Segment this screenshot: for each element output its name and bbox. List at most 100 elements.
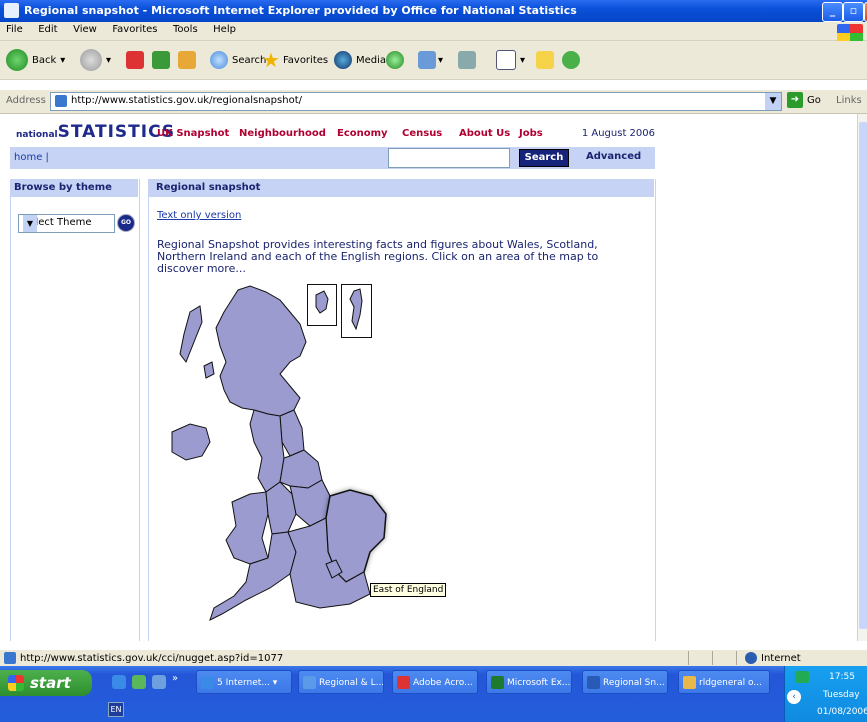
security-zone: Internet <box>745 652 801 664</box>
advanced-search-link[interactable]: Advanced <box>586 151 641 162</box>
notes-button[interactable] <box>536 47 554 73</box>
start-button[interactable]: start <box>0 670 92 696</box>
map-region-wales[interactable] <box>225 491 269 565</box>
tray-collapse-icon[interactable]: ‹ <box>787 690 801 704</box>
status-url: http://www.statistics.gov.uk/cci/nugget.… <box>20 653 284 664</box>
maximize-button[interactable]: ▫ <box>843 2 864 22</box>
menu-help[interactable]: Help <box>207 22 242 37</box>
map-region-yorkshire[interactable] <box>279 449 323 489</box>
map-region-islands[interactable] <box>203 361 215 379</box>
map-region-western-isles[interactable] <box>179 305 203 364</box>
forward-button[interactable]: ▾ <box>80 47 111 73</box>
chevron-down-icon: ▼ <box>23 215 37 232</box>
quicklaunch-outlook-icon[interactable] <box>132 675 146 689</box>
minimize-button[interactable]: _ <box>822 2 843 22</box>
ie-app-icon <box>4 3 19 18</box>
address-input[interactable]: http://www.statistics.gov.uk/regionalsna… <box>50 92 782 111</box>
map-region-north-west[interactable] <box>249 409 285 493</box>
refresh-button[interactable] <box>152 47 170 73</box>
back-button[interactable]: Back ▾ <box>6 47 65 73</box>
media-icon <box>334 51 352 69</box>
status-bar: http://www.statistics.gov.uk/cci/nugget.… <box>0 649 867 667</box>
links-label[interactable]: Links <box>836 95 862 106</box>
region-tooltip: East of England <box>370 583 447 597</box>
go-arrow-icon: ➜ <box>787 92 803 108</box>
site-search-input[interactable] <box>388 148 510 168</box>
back-arrow-icon <box>6 49 28 71</box>
windows-flag-icon <box>8 675 24 691</box>
quicklaunch-more-icon[interactable]: » <box>172 673 178 684</box>
map-region-scotland[interactable] <box>215 285 307 417</box>
acrobat-icon <box>397 676 410 689</box>
taskbar-item-internet[interactable]: 5 Internet... ▾ <box>196 670 292 694</box>
theme-go-button[interactable]: GO <box>117 214 135 232</box>
page-viewport: nationalSTATISTICS UK Snapshot Neighbour… <box>0 114 857 641</box>
notes-icon <box>536 51 554 69</box>
ie-icon <box>201 676 214 689</box>
forward-arrow-icon <box>80 49 102 71</box>
main-heading: Regional snapshot <box>148 179 654 197</box>
nav-jobs[interactable]: Jobs <box>519 128 543 139</box>
clock-time: 17:55 <box>829 672 855 682</box>
vertical-scrollbar[interactable] <box>857 114 867 641</box>
language-indicator[interactable]: EN <box>108 702 124 717</box>
site-search-button[interactable]: Search <box>519 149 569 167</box>
media-button[interactable]: Media <box>334 47 386 73</box>
text-only-link[interactable]: Text only version <box>157 210 241 221</box>
star-icon: ★ <box>262 48 280 72</box>
home-icon <box>178 51 196 69</box>
map-region-northern-ireland[interactable] <box>171 423 211 461</box>
globe-icon <box>745 652 757 664</box>
ons-logo[interactable]: nationalSTATISTICS <box>16 122 175 142</box>
go-button[interactable]: ➜ Go <box>787 92 821 108</box>
print-button[interactable] <box>458 47 476 73</box>
stop-icon <box>126 51 144 69</box>
quicklaunch-ie-icon[interactable] <box>112 675 126 689</box>
search-button[interactable]: Search <box>210 47 266 73</box>
theme-select[interactable]: Select Theme ▼ <box>18 214 115 233</box>
toolbar: Back ▾ ▾ Search ★ Favorites Media ▾ ▾ <box>0 41 867 80</box>
nav-economy[interactable]: Economy <box>337 128 388 139</box>
stop-button[interactable] <box>126 47 144 73</box>
search-row: home | Search Advanced <box>10 147 655 169</box>
messenger-button[interactable] <box>562 47 580 73</box>
history-button[interactable] <box>386 47 408 73</box>
menu-favorites[interactable]: Favorites <box>106 22 163 37</box>
history-icon <box>386 51 404 69</box>
menu-edit[interactable]: Edit <box>32 22 63 37</box>
nav-census[interactable]: Census <box>402 128 442 139</box>
scrollbar-thumb[interactable] <box>859 122 867 629</box>
messenger-icon <box>562 51 580 69</box>
favorites-button[interactable]: ★ Favorites <box>262 47 328 73</box>
menu-view[interactable]: View <box>67 22 103 37</box>
menu-tools[interactable]: Tools <box>167 22 204 37</box>
tray-network-icon[interactable] <box>795 671 809 683</box>
taskbar-item-adobe[interactable]: Adobe Acro... <box>392 670 478 694</box>
clock-date: 01/08/2006 <box>817 707 867 717</box>
mail-button[interactable]: ▾ <box>418 47 443 73</box>
address-label: Address <box>6 95 46 106</box>
word-icon <box>587 676 600 689</box>
nav-neighbourhood[interactable]: Neighbourhood <box>239 128 326 139</box>
map-inset-shetland[interactable] <box>341 284 372 338</box>
nav-about-us[interactable]: About Us <box>459 128 510 139</box>
home-button[interactable] <box>178 47 196 73</box>
site-date: 1 August 2006 <box>581 128 655 139</box>
map-region-north-east[interactable] <box>279 409 305 457</box>
edit-button[interactable]: ▾ <box>496 47 525 73</box>
address-dropdown-icon[interactable]: ▼ <box>765 93 781 110</box>
taskbar-item-regional-l[interactable]: Regional & L... <box>298 670 384 694</box>
taskbar-item-excel[interactable]: Microsoft Ex... <box>486 670 572 694</box>
quicklaunch-desktop-icon[interactable] <box>152 675 166 689</box>
taskbar-item-rldgeneral[interactable]: rldgeneral o... <box>678 670 770 694</box>
mail-icon <box>418 51 436 69</box>
menu-file[interactable]: File <box>0 22 29 37</box>
window-title-bar[interactable]: Regional snapshot - Microsoft Internet E… <box>0 0 867 22</box>
search-icon <box>210 51 228 69</box>
window-title: Regional snapshot - Microsoft Internet E… <box>24 4 577 17</box>
taskbar-item-regional-sn[interactable]: Regional Sn... <box>582 670 668 694</box>
page-icon <box>4 652 16 664</box>
map-inset-orkney[interactable] <box>307 284 337 326</box>
home-link[interactable]: home | <box>14 152 49 163</box>
nav-uk-snapshot[interactable]: UK Snapshot <box>157 128 229 139</box>
